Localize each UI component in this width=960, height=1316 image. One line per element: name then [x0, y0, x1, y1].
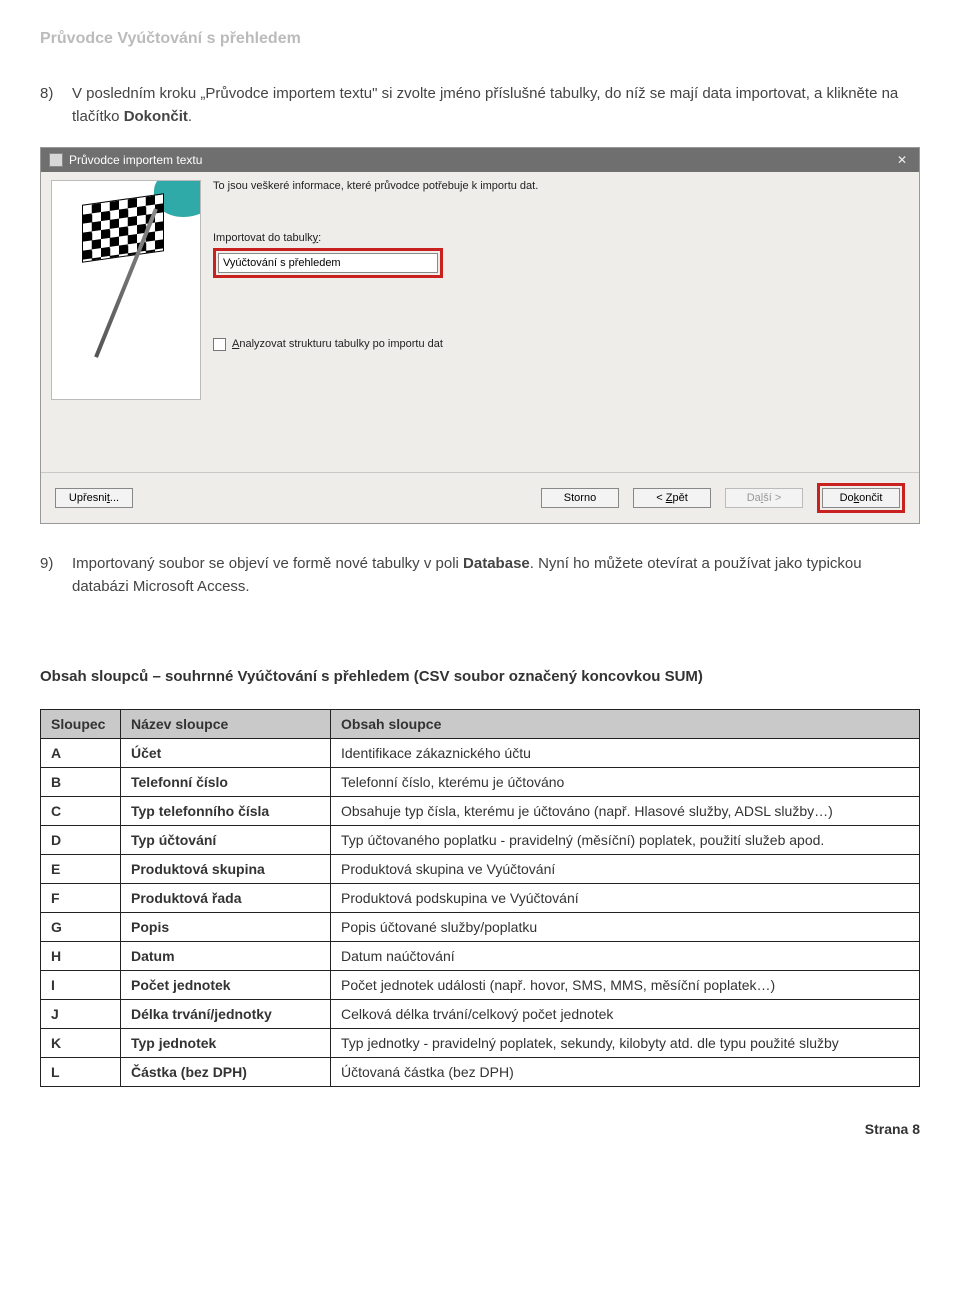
col-letter: A	[41, 739, 121, 768]
table-row: IPočet jednotekPočet jednotek události (…	[41, 971, 920, 1000]
col-desc: Identifikace zákaznického účtu	[331, 739, 920, 768]
col-name: Délka trvání/jednotky	[121, 1000, 331, 1029]
col-letter: I	[41, 971, 121, 1000]
import-table-input[interactable]	[218, 253, 438, 273]
step-text: Importovaný soubor se objeví ve formě no…	[72, 552, 920, 599]
step-text-bold: Dokončit	[124, 108, 188, 125]
step-text-a: Importovaný soubor se objeví ve formě no…	[72, 555, 463, 572]
col-letter: J	[41, 1000, 121, 1029]
close-icon[interactable]: ✕	[893, 152, 911, 168]
col-letter: L	[41, 1058, 121, 1087]
step-text-a: V posledním kroku „Průvodce importem tex…	[72, 85, 898, 125]
col-desc: Obsahuje typ čísla, kterému je účtováno …	[331, 797, 920, 826]
table-row: JDélka trvání/jednotkyCelková délka trvá…	[41, 1000, 920, 1029]
step-number: 9)	[40, 552, 72, 599]
step-8: 8) V posledním kroku „Průvodce importem …	[40, 82, 920, 129]
table-row: AÚčetIdentifikace zákaznického účtu	[41, 739, 920, 768]
step-text-b: .	[188, 108, 192, 125]
col-letter: C	[41, 797, 121, 826]
finish-highlight: Dokončit	[817, 483, 905, 513]
wizard-titlebar: Průvodce importem textu ✕	[41, 148, 919, 172]
col-desc: Produktová podskupina ve Vyúčtování	[331, 884, 920, 913]
import-table-highlight	[213, 248, 443, 278]
wizard-window: Průvodce importem textu ✕ To jsou vešker…	[40, 147, 920, 524]
col-letter: G	[41, 913, 121, 942]
col-name: Typ telefonního čísla	[121, 797, 331, 826]
wizard-button-row: Upřesnit... Storno < Zpět Další > Dokonč…	[41, 472, 919, 523]
col-name: Částka (bez DPH)	[121, 1058, 331, 1087]
col-name: Typ účtování	[121, 826, 331, 855]
step-number: 8)	[40, 82, 72, 129]
analyze-checkbox[interactable]	[213, 338, 226, 351]
col-name: Produktová řada	[121, 884, 331, 913]
wizard-title: Průvodce importem textu	[69, 153, 202, 167]
col-letter: E	[41, 855, 121, 884]
advanced-button[interactable]: Upřesnit...	[55, 488, 133, 508]
table-row: DTyp účtováníTyp účtovaného poplatku - p…	[41, 826, 920, 855]
col-name: Produktová skupina	[121, 855, 331, 884]
wizard-illustration	[51, 180, 201, 400]
col-desc: Telefonní číslo, kterému je účtováno	[331, 768, 920, 797]
table-row: CTyp telefonního číslaObsahuje typ čísla…	[41, 797, 920, 826]
col-desc: Celková délka trvání/celkový počet jedno…	[331, 1000, 920, 1029]
col-name: Datum	[121, 942, 331, 971]
app-icon	[49, 153, 63, 167]
col-letter: D	[41, 826, 121, 855]
section-heading: Obsah sloupců – souhrnné Vyúčtování s př…	[40, 668, 920, 685]
page-title: Průvodce Vyúčtování s přehledem	[40, 30, 920, 48]
table-row: FProduktová řadaProduktová podskupina ve…	[41, 884, 920, 913]
col-desc: Účtovaná částka (bez DPH)	[331, 1058, 920, 1087]
table-row: GPopisPopis účtované služby/poplatku	[41, 913, 920, 942]
th-nazev: Název sloupce	[121, 710, 331, 739]
col-desc: Produktová skupina ve Vyúčtování	[331, 855, 920, 884]
col-desc: Počet jednotek události (např. hovor, SM…	[331, 971, 920, 1000]
columns-table: Sloupec Název sloupce Obsah sloupce AÚče…	[40, 709, 920, 1087]
col-letter: B	[41, 768, 121, 797]
col-desc: Typ jednotky - pravidelný poplatek, seku…	[331, 1029, 920, 1058]
col-name: Počet jednotek	[121, 971, 331, 1000]
table-row: EProduktová skupinaProduktová skupina ve…	[41, 855, 920, 884]
col-desc: Popis účtované služby/poplatku	[331, 913, 920, 942]
table-row: KTyp jednotekTyp jednotky - pravidelný p…	[41, 1029, 920, 1058]
wizard-info-text: To jsou veškeré informace, které průvodc…	[213, 180, 909, 192]
th-obsah: Obsah sloupce	[331, 710, 920, 739]
analyze-label: Analyzovat strukturu tabulky po importu …	[232, 338, 443, 350]
cancel-button[interactable]: Storno	[541, 488, 619, 508]
col-name: Typ jednotek	[121, 1029, 331, 1058]
th-sloupec: Sloupec	[41, 710, 121, 739]
col-letter: F	[41, 884, 121, 913]
finish-button[interactable]: Dokončit	[822, 488, 900, 508]
col-letter: H	[41, 942, 121, 971]
page-footer: Strana 8	[40, 1121, 920, 1137]
table-row: LČástka (bez DPH)Účtovaná částka (bez DP…	[41, 1058, 920, 1087]
back-button[interactable]: < Zpět	[633, 488, 711, 508]
col-name: Účet	[121, 739, 331, 768]
step-text-bold: Database	[463, 555, 530, 572]
col-name: Telefonní číslo	[121, 768, 331, 797]
table-row: HDatumDatum naúčtování	[41, 942, 920, 971]
import-to-label: Importovat do tabulky:	[213, 232, 909, 244]
next-button: Další >	[725, 488, 803, 508]
col-letter: K	[41, 1029, 121, 1058]
table-row: BTelefonní čísloTelefonní číslo, kterému…	[41, 768, 920, 797]
col-name: Popis	[121, 913, 331, 942]
step-text: V posledním kroku „Průvodce importem tex…	[72, 82, 920, 129]
col-desc: Datum naúčtování	[331, 942, 920, 971]
col-desc: Typ účtovaného poplatku - pravidelný (mě…	[331, 826, 920, 855]
step-9: 9) Importovaný soubor se objeví ve formě…	[40, 552, 920, 599]
